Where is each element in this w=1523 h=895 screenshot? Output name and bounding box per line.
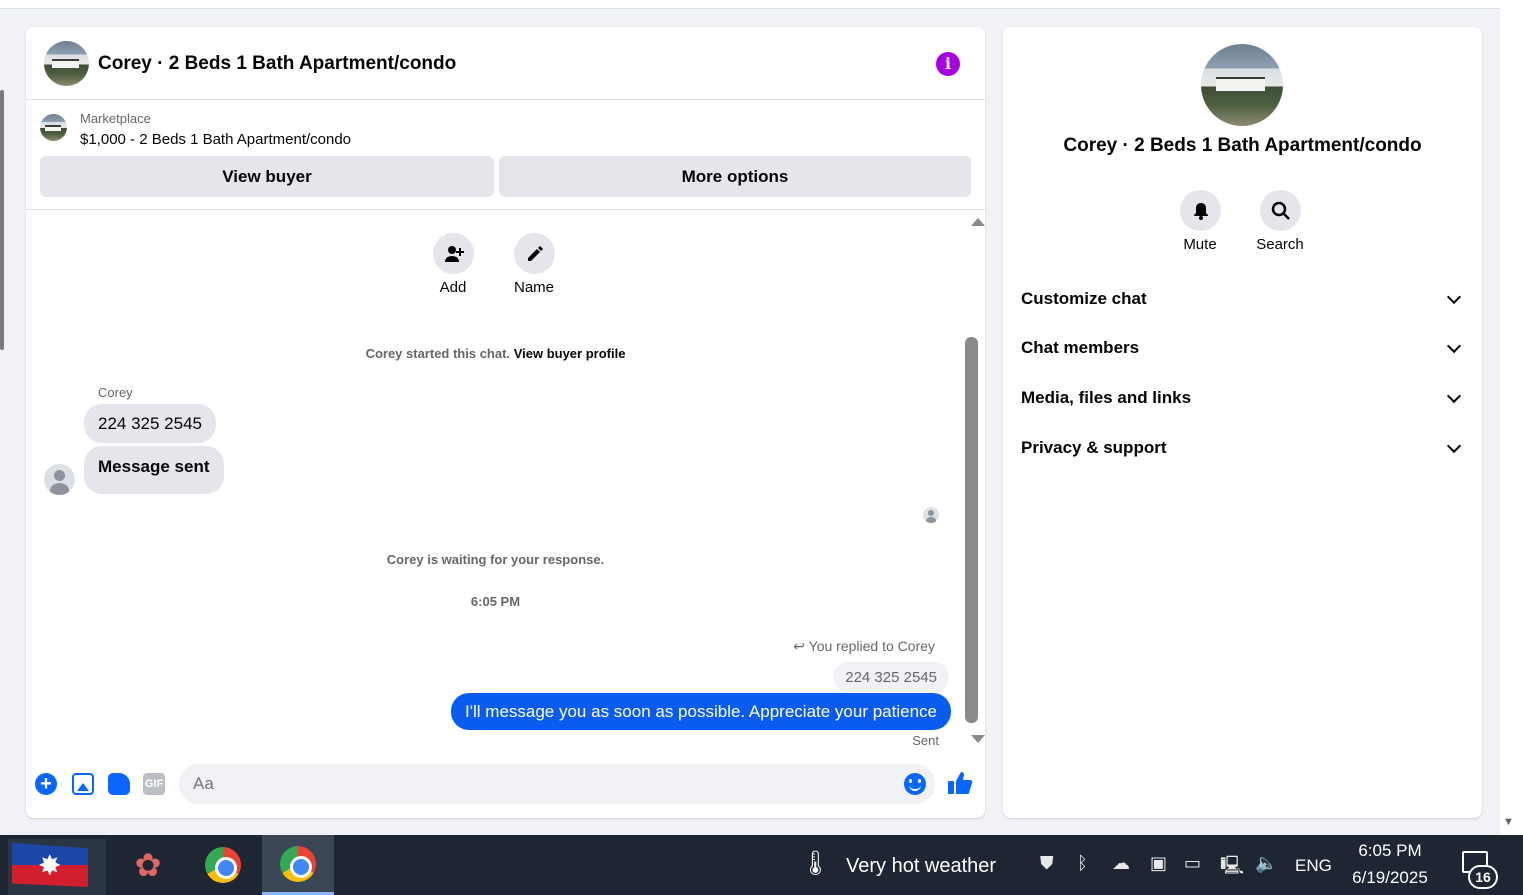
- search-button[interactable]: [1260, 190, 1301, 231]
- browser-top-strip: [0, 0, 1500, 9]
- bluetooth-icon[interactable]: ᛒ: [1077, 853, 1088, 874]
- emoji-icon[interactable]: [904, 773, 926, 795]
- details-avatar[interactable]: [1201, 44, 1283, 126]
- mute-button[interactable]: [1180, 190, 1221, 231]
- chat-details-panel: Corey · 2 Beds 1 Bath Apartment/condo Mu…: [1003, 27, 1482, 818]
- reply-arrow-icon: ↩: [793, 638, 806, 654]
- camera-icon[interactable]: ▣: [1150, 853, 1167, 874]
- language-indicator[interactable]: ENG: [1295, 856, 1332, 876]
- read-receipt-avatar: [923, 507, 939, 523]
- sender-avatar[interactable]: [44, 464, 75, 495]
- listing-avatar[interactable]: [44, 41, 89, 86]
- mute-label: Mute: [1183, 236, 1217, 253]
- shield-icon[interactable]: ⛊: [1040, 853, 1054, 874]
- chat-title[interactable]: Corey · 2 Beds 1 Bath Apartment/condo: [98, 53, 456, 75]
- thermometer-icon[interactable]: 🌡: [800, 849, 830, 878]
- section-label: Chat members: [1021, 338, 1140, 357]
- sender-name: Corey: [98, 385, 133, 400]
- view-buyer-profile-link[interactable]: View buyer profile: [514, 346, 626, 361]
- message-input[interactable]: [179, 764, 935, 804]
- gif-icon[interactable]: GIF: [143, 773, 165, 795]
- add-person-icon: [444, 245, 464, 262]
- name-label: Name: [513, 279, 554, 296]
- incoming-message[interactable]: Message sent: [84, 446, 224, 494]
- marketplace-label: Marketplace: [80, 111, 151, 126]
- battery-icon[interactable]: ▭: [1184, 853, 1201, 874]
- start-button[interactable]: [8, 839, 106, 895]
- chat-members-section[interactable]: Chat members: [1021, 328, 1465, 368]
- details-title: Corey · 2 Beds 1 Bath Apartment/condo: [1063, 135, 1422, 156]
- message-scrollbar-thumb[interactable]: [965, 337, 978, 723]
- section-label: Media, files and links: [1021, 388, 1192, 407]
- page-scroll-down-icon[interactable]: ▼: [1503, 816, 1514, 828]
- sticker-icon[interactable]: [108, 773, 130, 795]
- clock-time[interactable]: 6:05 PM: [1340, 841, 1440, 861]
- reply-quote[interactable]: 224 325 2545: [833, 662, 949, 692]
- network-icon[interactable]: 🖳: [1220, 853, 1244, 883]
- sent-status: Sent: [912, 733, 939, 748]
- chevron-down-icon: [1446, 289, 1462, 304]
- left-edge-scrollbar[interactable]: [0, 90, 4, 350]
- chevron-down-icon: [1446, 388, 1462, 403]
- add-label: Add: [439, 279, 467, 296]
- photo-icon[interactable]: [72, 773, 94, 795]
- pencil-icon: [527, 245, 543, 261]
- taskbar-app-snipping[interactable]: ✿: [112, 835, 184, 895]
- bell-icon: [1193, 202, 1208, 220]
- info-icon[interactable]: i: [936, 52, 960, 76]
- view-buyer-button[interactable]: View buyer: [40, 156, 494, 197]
- add-person-button[interactable]: [433, 233, 474, 274]
- section-label: Privacy & support: [1021, 438, 1167, 457]
- chrome-icon: [205, 847, 241, 883]
- chat-started-text: Corey started this chat.: [365, 346, 511, 361]
- chat-header: Corey · 2 Beds 1 Bath Apartment/condo i: [26, 27, 985, 100]
- clock-date[interactable]: 6/19/2025: [1340, 868, 1440, 888]
- taskbar: ✿ 🌡 Very hot weather ⛊ ᛒ ☁ ▣ ▭ 🖳 🔈 ENG 6…: [0, 835, 1523, 895]
- media-files-links-section[interactable]: Media, files and links: [1021, 378, 1465, 418]
- replied-label: ↩ You replied to Corey: [793, 638, 935, 655]
- flag-icon: [12, 843, 88, 887]
- scroll-up-icon[interactable]: [971, 218, 985, 226]
- chrome-profile-icon: [280, 845, 316, 882]
- more-options-button[interactable]: More options: [499, 156, 971, 197]
- taskbar-app-chrome-profile[interactable]: [262, 835, 334, 895]
- incoming-message[interactable]: 224 325 2545: [84, 404, 216, 443]
- search-label: Search: [1256, 236, 1304, 253]
- privacy-support-section[interactable]: Privacy & support: [1021, 428, 1465, 468]
- taskbar-app-chrome[interactable]: [187, 835, 259, 895]
- composer: + GIF: [26, 760, 985, 818]
- marketplace-bar: Marketplace $1,000 - 2 Beds 1 Bath Apart…: [26, 100, 985, 210]
- plus-icon[interactable]: +: [35, 773, 57, 795]
- waiting-notice: Corey is waiting for your response.: [386, 552, 605, 567]
- chevron-down-icon: [1446, 338, 1462, 353]
- notification-count-badge: 16: [1468, 865, 1498, 889]
- message-list[interactable]: Add Name Corey started this chat. View b…: [26, 210, 985, 760]
- search-icon: [1271, 201, 1290, 220]
- volume-icon[interactable]: 🔈: [1255, 853, 1277, 874]
- scroll-down-icon[interactable]: [971, 735, 985, 743]
- time-divider: 6:05 PM: [470, 594, 521, 609]
- page-scrollbar[interactable]: [1500, 0, 1523, 835]
- outgoing-message[interactable]: I'll message you as soon as possible. Ap…: [451, 693, 951, 730]
- section-label: Customize chat: [1021, 289, 1147, 308]
- marketplace-thumbnail[interactable]: [40, 114, 67, 141]
- replied-text: You replied to Corey: [808, 638, 935, 654]
- chat-started-notice: Corey started this chat. View buyer prof…: [26, 346, 965, 361]
- thumbs-up-icon[interactable]: [947, 770, 973, 796]
- customize-chat-section[interactable]: Customize chat: [1021, 279, 1465, 319]
- marketplace-item-title[interactable]: $1,000 - 2 Beds 1 Bath Apartment/condo: [80, 131, 351, 148]
- chat-panel: Corey · 2 Beds 1 Bath Apartment/condo i …: [26, 27, 985, 818]
- name-button[interactable]: [514, 233, 555, 274]
- chevron-down-icon: [1446, 438, 1462, 453]
- pinwheel-icon: ✿: [134, 847, 162, 883]
- weather-text[interactable]: Very hot weather: [846, 855, 996, 878]
- cloud-icon[interactable]: ☁: [1112, 853, 1130, 874]
